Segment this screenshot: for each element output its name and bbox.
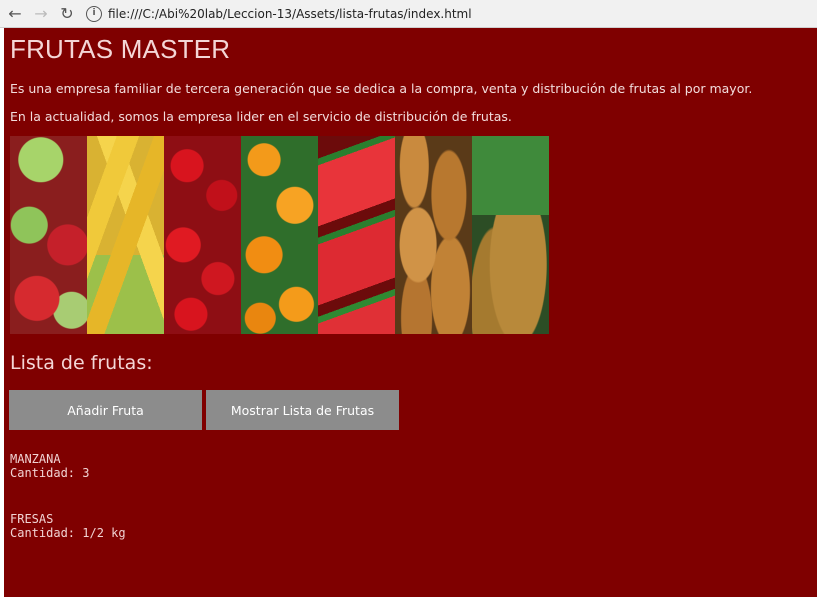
strawberry-strip [164, 136, 241, 334]
intro-paragraph-2: En la actualidad, somos la empresa lider… [10, 109, 512, 124]
browser-toolbar: ← → ↻ i file:///C:/Abi%20lab/Leccion-13/… [0, 0, 817, 28]
banana-strip [87, 136, 164, 334]
apple-strip [10, 136, 87, 334]
page-title: FRUTAS MASTER [10, 34, 231, 64]
intro-paragraph: Es una empresa familiar de tercera gener… [10, 81, 753, 96]
reload-icon[interactable]: ↻ [56, 3, 78, 25]
add-fruit-button[interactable]: Añadir Fruta [9, 390, 202, 430]
info-icon[interactable]: i [86, 5, 102, 22]
fruit-name: FRESAS [10, 512, 54, 526]
fruit-quantity: Cantidad: 3 [10, 466, 90, 480]
pineapple-strip [472, 136, 549, 334]
url-text: file:///C:/Abi%20lab/Leccion-13/Assets/l… [108, 6, 472, 21]
fruit-name: MANZANA [10, 452, 61, 466]
fruit-banner-image [10, 136, 549, 334]
list-item: FRESAS Cantidad: 1/2 kg [10, 512, 126, 540]
orange-strip [241, 136, 318, 334]
arrow-left-icon[interactable]: ← [4, 3, 26, 25]
section-title: Lista de frutas: [10, 352, 153, 374]
page-content: FRUTAS MASTER Es una empresa familiar de… [4, 28, 817, 597]
watermelon-strip [318, 136, 395, 334]
pear-strip [395, 136, 472, 334]
arrow-right-icon[interactable]: → [30, 3, 52, 25]
show-fruit-list-button[interactable]: Mostrar Lista de Frutas [206, 390, 399, 430]
fruit-quantity: Cantidad: 1/2 kg [10, 526, 126, 540]
list-item: MANZANA Cantidad: 3 [10, 452, 89, 480]
address-bar[interactable]: i file:///C:/Abi%20lab/Leccion-13/Assets… [86, 4, 472, 24]
